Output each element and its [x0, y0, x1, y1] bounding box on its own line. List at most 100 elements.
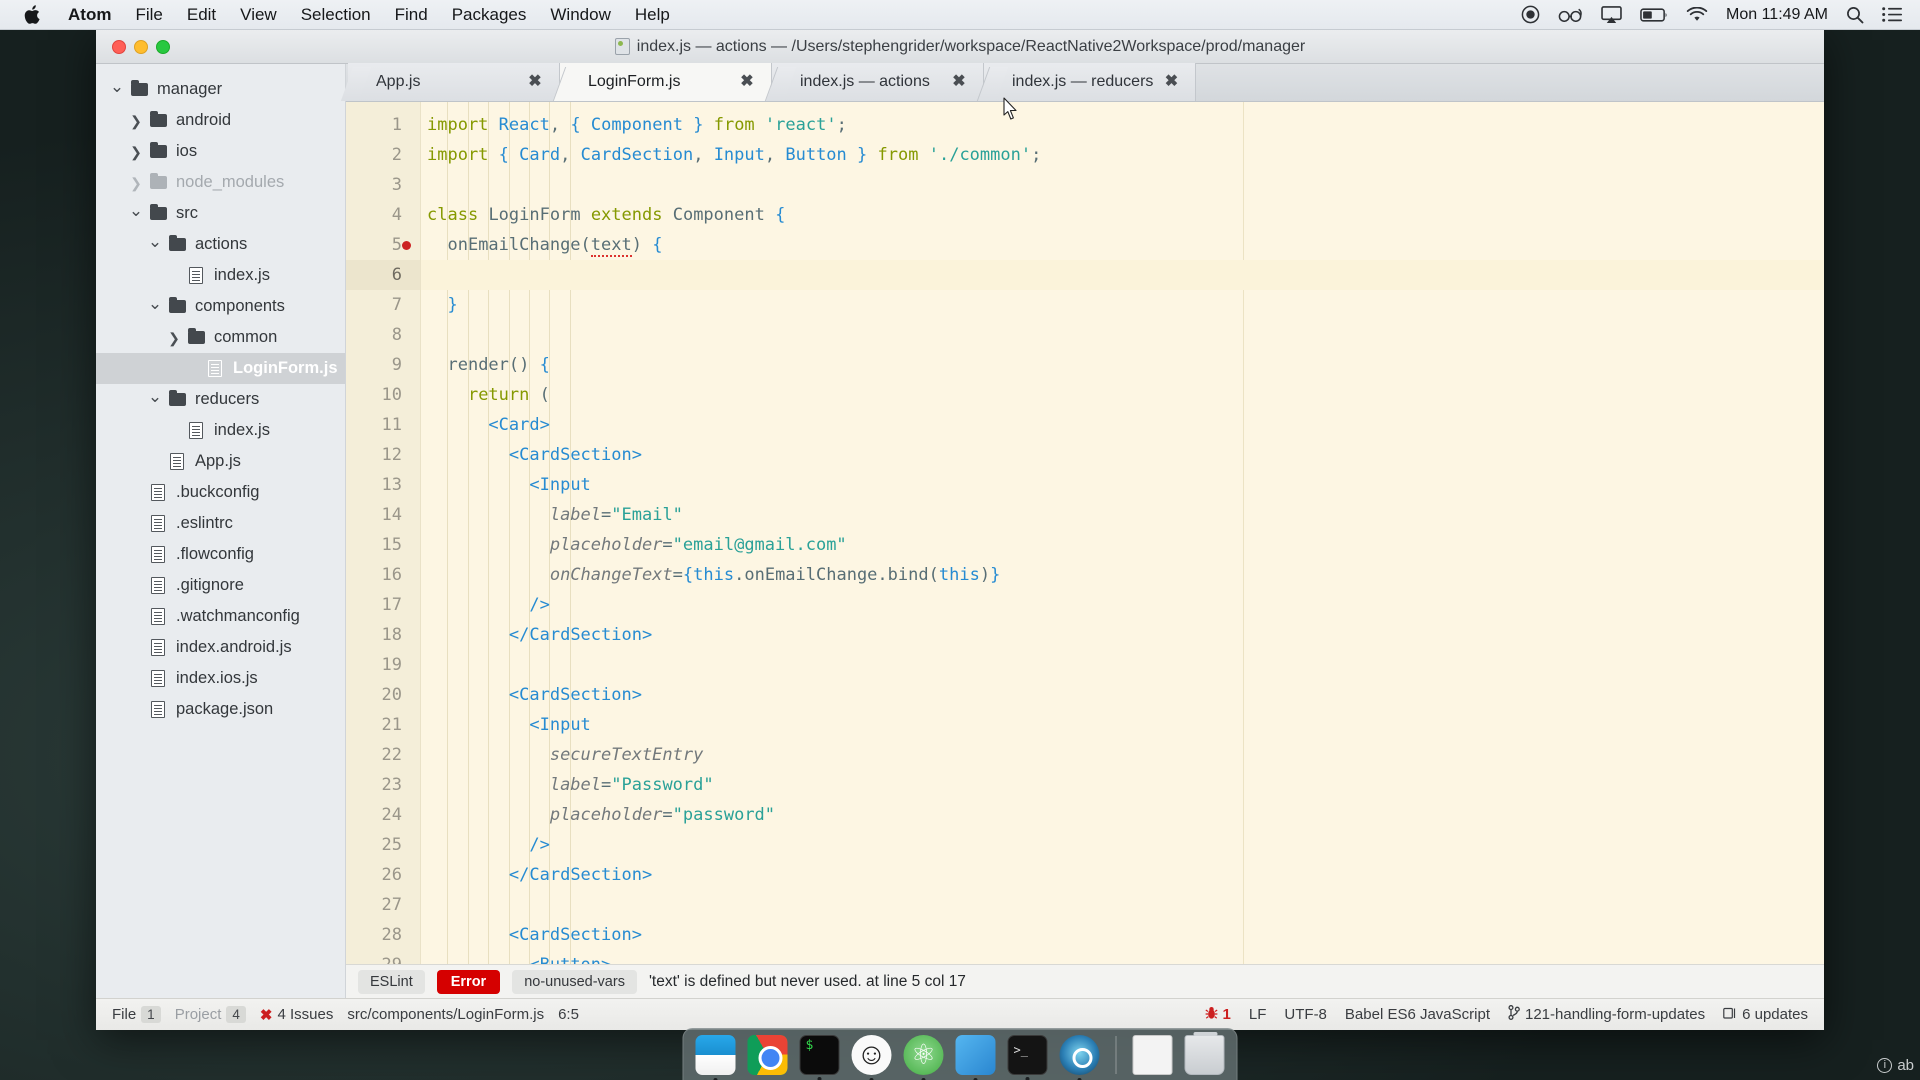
- code-text-area[interactable]: import React, { Component } from 'react'…: [421, 102, 1824, 964]
- menu-item-edit[interactable]: Edit: [175, 2, 228, 28]
- control-center-list-icon[interactable]: [1882, 7, 1902, 22]
- line-number[interactable]: 11: [346, 410, 420, 440]
- status-issues[interactable]: ✖ 4 Issues: [260, 1006, 333, 1024]
- line-number[interactable]: 29: [346, 950, 420, 964]
- menu-item-selection[interactable]: Selection: [289, 2, 383, 28]
- line-number[interactable]: 24: [346, 800, 420, 830]
- tree-item-eslintrc[interactable]: .eslintrc: [96, 508, 345, 539]
- line-number[interactable]: 3: [346, 170, 420, 200]
- chevron-down-icon[interactable]: ⌄: [144, 295, 166, 312]
- menu-item-file[interactable]: File: [123, 2, 174, 28]
- tree-item-watchmanconfig[interactable]: .watchmanconfig: [96, 601, 345, 632]
- line-number[interactable]: 14: [346, 500, 420, 530]
- tree-item-manager[interactable]: ⌄ manager: [96, 74, 345, 105]
- line-number[interactable]: 5: [346, 230, 420, 260]
- line-number[interactable]: 16: [346, 560, 420, 590]
- tab-close-icon[interactable]: ✖: [951, 74, 967, 90]
- line-number[interactable]: 13: [346, 470, 420, 500]
- status-updates[interactable]: 6 updates: [1723, 1006, 1808, 1024]
- tree-item-app-js[interactable]: App.js: [96, 446, 345, 477]
- status-cursor-position[interactable]: 6:5: [558, 1006, 579, 1023]
- status-git-branch[interactable]: 121-handling-form-updates: [1508, 1005, 1705, 1024]
- chevron-right-icon[interactable]: ❯: [125, 176, 147, 190]
- chevron-right-icon[interactable]: ❯: [163, 331, 185, 345]
- tree-item-index-js[interactable]: index.js: [96, 415, 345, 446]
- line-number[interactable]: 4: [346, 200, 420, 230]
- tree-item-index-js[interactable]: index.js: [96, 260, 345, 291]
- tree-item-loginform-js[interactable]: LoginForm.js: [96, 353, 345, 384]
- dock-icon-zip-archive[interactable]: [1132, 1034, 1173, 1075]
- status-line-ending[interactable]: LF: [1249, 1006, 1267, 1023]
- line-number[interactable]: 18: [346, 620, 420, 650]
- zoom-button[interactable]: [156, 39, 170, 54]
- line-number[interactable]: 26: [346, 860, 420, 890]
- dock-icon-finder[interactable]: [695, 1034, 736, 1080]
- line-number[interactable]: 9: [346, 350, 420, 380]
- chevron-down-icon[interactable]: ⌄: [144, 233, 166, 250]
- tree-item-actions[interactable]: ⌄ actions: [96, 229, 345, 260]
- dock-icon-quicktime[interactable]: [1059, 1034, 1100, 1080]
- chevron-down-icon[interactable]: ⌄: [144, 388, 166, 405]
- window-title-bar[interactable]: index.js — actions — /Users/stephengride…: [96, 30, 1824, 64]
- status-project-toggle[interactable]: Project 4: [175, 1006, 246, 1023]
- chevron-right-icon[interactable]: ❯: [125, 114, 147, 128]
- dock-icon-trash[interactable]: [1184, 1031, 1225, 1075]
- minimize-button[interactable]: [134, 39, 148, 54]
- status-bug-report[interactable]: 1: [1205, 1006, 1231, 1024]
- breakpoint-icon[interactable]: [402, 241, 411, 250]
- dock-icon-iterm[interactable]: [1007, 1034, 1048, 1080]
- tree-item-package-json[interactable]: package.json: [96, 694, 345, 725]
- status-file-path[interactable]: src/components/LoginForm.js: [347, 1006, 544, 1023]
- tab-index-js-reducers[interactable]: index.js — reducers ✖: [984, 63, 1197, 101]
- record-icon[interactable]: [1521, 5, 1540, 24]
- search-icon[interactable]: [1846, 6, 1864, 24]
- menu-item-packages[interactable]: Packages: [440, 2, 539, 28]
- tab-close-icon[interactable]: ✖: [527, 74, 543, 90]
- line-number[interactable]: 12: [346, 440, 420, 470]
- line-number[interactable]: 1: [346, 110, 420, 140]
- menu-bar-clock[interactable]: Mon 11:49 AM: [1726, 6, 1828, 24]
- tree-item-android[interactable]: ❯ android: [96, 105, 345, 136]
- status-file-toggle[interactable]: File 1: [112, 1006, 161, 1023]
- status-grammar[interactable]: Babel ES6 JavaScript: [1345, 1006, 1490, 1023]
- menu-item-window[interactable]: Window: [538, 2, 622, 28]
- dock-icon-chrome[interactable]: [747, 1034, 788, 1075]
- line-number[interactable]: 27: [346, 890, 420, 920]
- tree-item-components[interactable]: ⌄ components: [96, 291, 345, 322]
- tree-item-src[interactable]: ⌄ src: [96, 198, 345, 229]
- tree-item-common[interactable]: ❯ common: [96, 322, 345, 353]
- tree-item-index-android-js[interactable]: index.android.js: [96, 632, 345, 663]
- line-number[interactable]: 8: [346, 320, 420, 350]
- tree-item-buckconfig[interactable]: .buckconfig: [96, 477, 345, 508]
- tab-index-js-actions[interactable]: index.js — actions ✖: [772, 63, 984, 101]
- tree-item-flowconfig[interactable]: .flowconfig: [96, 539, 345, 570]
- line-number[interactable]: 2: [346, 140, 420, 170]
- tab-app-js[interactable]: App.js ✖: [348, 63, 560, 101]
- spectacles-icon[interactable]: [1558, 8, 1583, 22]
- chevron-down-icon[interactable]: ⌄: [125, 202, 147, 219]
- line-number[interactable]: 19: [346, 650, 420, 680]
- tab-close-icon[interactable]: ✖: [739, 74, 755, 90]
- close-button[interactable]: [112, 39, 126, 54]
- line-number[interactable]: 15: [346, 530, 420, 560]
- dock-icon-atom[interactable]: [903, 1034, 944, 1080]
- line-number[interactable]: 10: [346, 380, 420, 410]
- dock-icon-smile-app[interactable]: [851, 1034, 892, 1080]
- tree-item-gitignore[interactable]: .gitignore: [96, 570, 345, 601]
- line-number[interactable]: 7: [346, 290, 420, 320]
- tab-close-icon[interactable]: ✖: [1163, 74, 1179, 90]
- airplay-icon[interactable]: [1601, 5, 1622, 24]
- line-number[interactable]: 28: [346, 920, 420, 950]
- tree-item-index-ios-js[interactable]: index.ios.js: [96, 663, 345, 694]
- line-number[interactable]: 23: [346, 770, 420, 800]
- battery-icon[interactable]: [1640, 7, 1668, 22]
- tree-item-node-modules[interactable]: ❯ node_modules: [96, 167, 345, 198]
- line-number[interactable]: 25: [346, 830, 420, 860]
- menu-item-find[interactable]: Find: [383, 2, 440, 28]
- dock-icon-xcode[interactable]: [955, 1034, 996, 1080]
- menu-item-view[interactable]: View: [228, 2, 289, 28]
- tree-item-reducers[interactable]: ⌄ reducers: [96, 384, 345, 415]
- line-number[interactable]: 21: [346, 710, 420, 740]
- wifi-icon[interactable]: [1686, 6, 1708, 23]
- project-tree-view[interactable]: ⌄ manager ❯ android ❯ ios ❯ node_modules ⌄ src ⌄ ac…: [96, 64, 346, 998]
